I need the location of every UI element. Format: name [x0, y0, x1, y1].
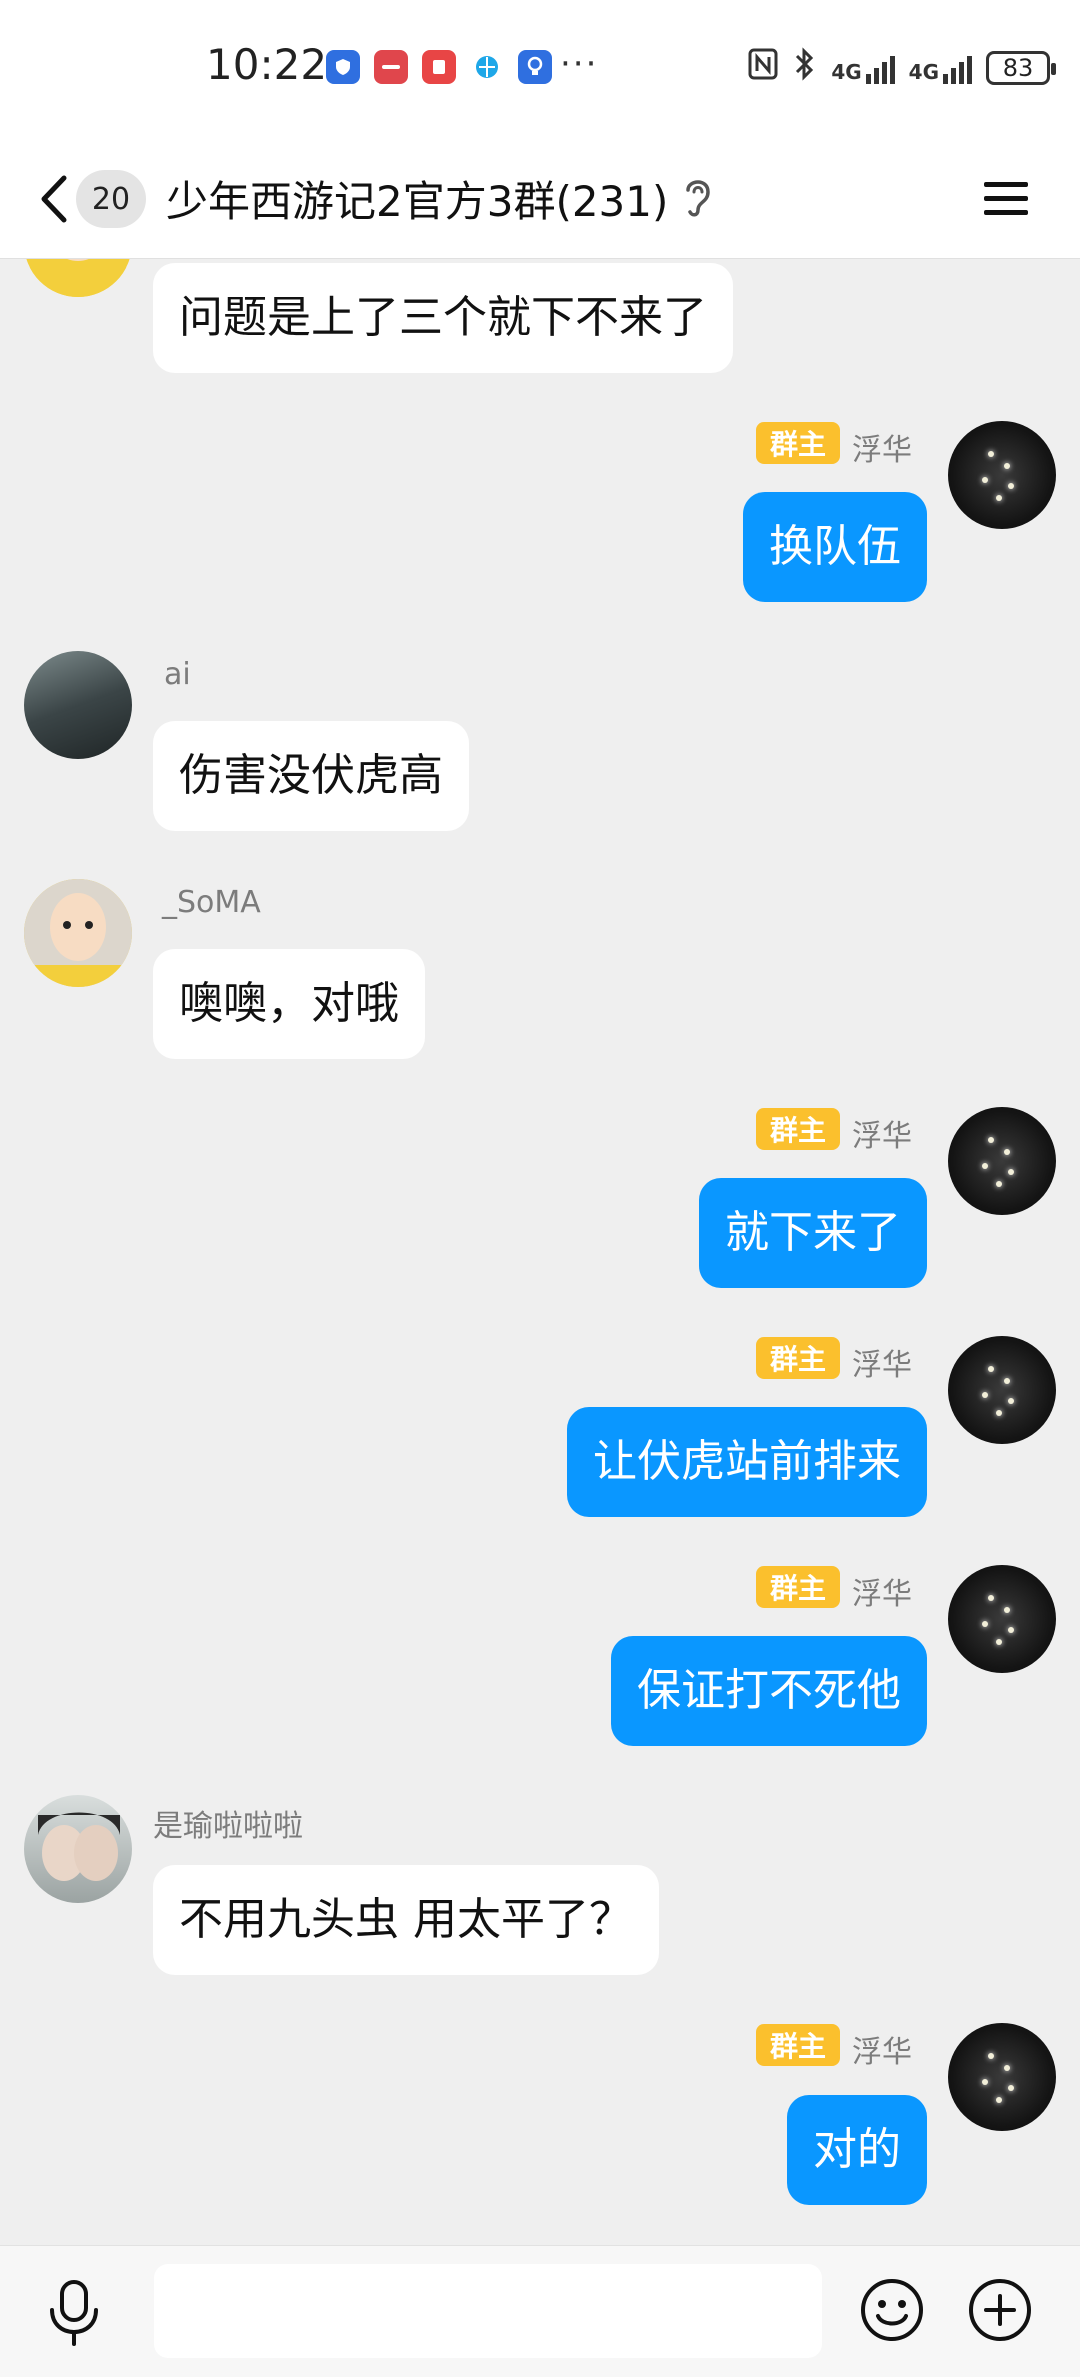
message-bubble[interactable]: 换队伍: [743, 492, 927, 602]
chevron-left-icon[interactable]: [30, 164, 80, 234]
shield-app-icon: [326, 50, 360, 84]
status-bar: 10:22 ··· 4G 4G 83: [0, 0, 1080, 140]
sender-name: _SoMA: [162, 885, 261, 920]
sender-name: 浮华: [852, 2035, 912, 2070]
sender-avatar[interactable]: [948, 2023, 1056, 2131]
bluetooth-icon: [793, 46, 817, 89]
sender-avatar[interactable]: [24, 879, 132, 987]
group-owner-badge: 群主: [756, 1108, 840, 1150]
ear-icon[interactable]: [682, 172, 714, 222]
system-icons: 4G 4G 83: [747, 46, 1056, 89]
input-bar: [0, 2245, 1080, 2377]
message-bubble[interactable]: 不用九头虫 用太平了？: [153, 1865, 659, 1975]
sender-avatar[interactable]: [24, 1795, 132, 1903]
group-owner-badge: 群主: [756, 1566, 840, 1608]
plus-icon[interactable]: [966, 2276, 1034, 2344]
sender-name: 是瑜啦啦啦: [153, 1809, 303, 1844]
sender-name: ai: [164, 657, 191, 692]
sender-name: 浮华: [852, 1119, 912, 1154]
bulb-app-icon: [518, 50, 552, 84]
sender-avatar[interactable]: [24, 259, 132, 297]
sender-avatar[interactable]: [24, 651, 132, 759]
group-owner-badge: 群主: [756, 2024, 840, 2066]
microphone-icon[interactable]: [44, 2278, 104, 2348]
more-notifications-icon: ···: [560, 44, 599, 84]
group-owner-badge: 群主: [756, 422, 840, 464]
signal-strength-2-icon: [943, 52, 972, 84]
unread-count-badge[interactable]: 20: [76, 170, 146, 228]
chat-header: 20 少年西游记2官方3群(231): [0, 140, 1080, 259]
sender-avatar[interactable]: [948, 421, 1056, 529]
signal-strength-1-icon: [865, 52, 895, 84]
message-input[interactable]: [154, 2264, 822, 2358]
sender-avatar[interactable]: [948, 1336, 1056, 1444]
nfc-icon: [747, 47, 779, 88]
battery-indicator: 83: [986, 50, 1056, 85]
message-bubble[interactable]: 噢噢，对哦: [153, 949, 425, 1059]
message-bubble[interactable]: 伤害没伏虎高: [153, 721, 469, 831]
network-type-1: 4G: [831, 59, 862, 84]
message-list[interactable]: 问题是上了三个就下不来了 群主 浮华 换队伍 ai 伤害没伏虎高 _SoMA 噢…: [0, 259, 1080, 2245]
message-bubble[interactable]: 问题是上了三个就下不来了: [153, 263, 733, 373]
status-time: 10:22: [206, 40, 328, 89]
sphere-app-icon: [470, 50, 504, 84]
message-bubble[interactable]: 保证打不死他: [611, 1636, 927, 1746]
emoji-icon[interactable]: [858, 2276, 926, 2344]
group-title[interactable]: 少年西游记2官方3群(231): [166, 168, 668, 229]
group-owner-badge: 群主: [756, 1337, 840, 1379]
message-bubble[interactable]: 就下来了: [699, 1178, 927, 1288]
sender-name: 浮华: [852, 1577, 912, 1612]
sender-avatar[interactable]: [948, 1565, 1056, 1673]
notification-icons: [326, 50, 552, 84]
message-bubble[interactable]: 对的: [787, 2095, 927, 2205]
sender-name: 浮华: [852, 433, 912, 468]
network-type-2: 4G: [908, 59, 939, 84]
sender-name: 浮华: [852, 1348, 912, 1383]
huawei-app-icon: [374, 50, 408, 84]
message-bubble[interactable]: 让伏虎站前排来: [567, 1407, 927, 1517]
sender-avatar[interactable]: [948, 1107, 1056, 1215]
book-app-icon: [422, 50, 456, 84]
menu-icon[interactable]: [982, 170, 1030, 226]
